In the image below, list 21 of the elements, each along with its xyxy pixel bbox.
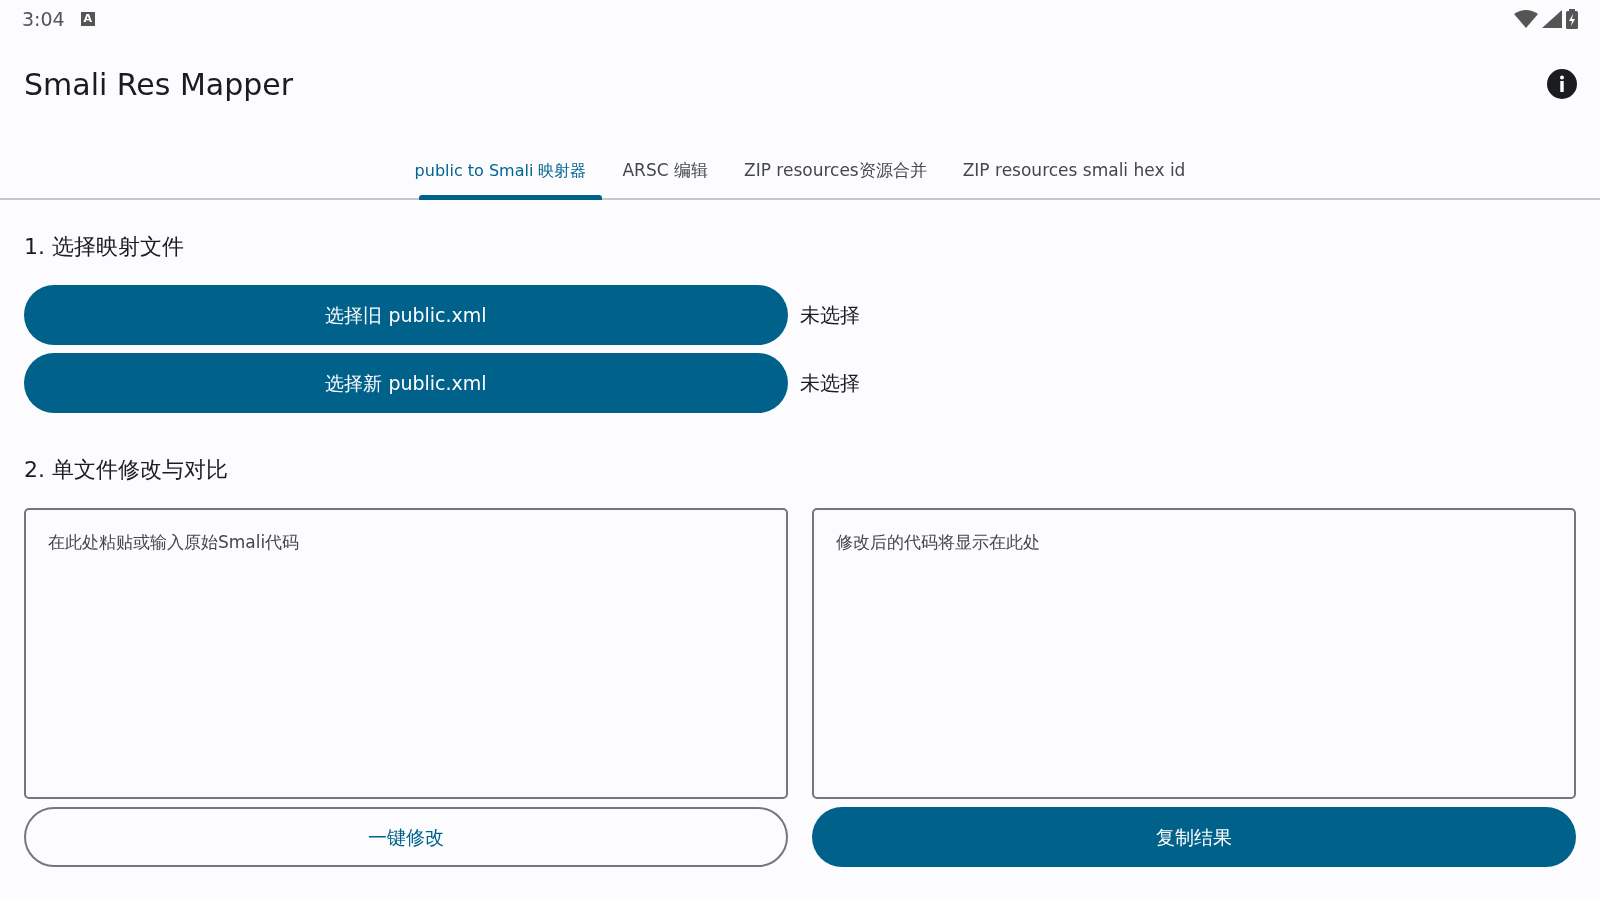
tab[interactable]: public to Smali 映射器 [396, 144, 605, 198]
tab[interactable]: ZIP resources资源合并 [726, 144, 945, 198]
smali-input-field[interactable]: 在此处粘贴或输入原始Smali代码 [24, 508, 788, 799]
modify-button[interactable]: 一键修改 [24, 807, 788, 867]
tab[interactable]: ZIP resources smali hex id [944, 144, 1204, 198]
info-icon[interactable] [1546, 68, 1578, 100]
file-status: 未选择 [800, 370, 860, 397]
notification-badge: A [80, 12, 95, 26]
wifi-icon [1514, 10, 1538, 28]
copy-result-button[interactable]: 复制结果 [812, 807, 1576, 867]
status-time: 3:04 [22, 6, 65, 32]
app-title: Smali Res Mapper [24, 65, 294, 104]
section-heading: 2. 单文件修改与对比 [24, 456, 229, 484]
battery-charging-icon [1566, 9, 1578, 29]
select-file-button[interactable]: 选择新 public.xml [24, 353, 788, 413]
file-status: 未选择 [800, 302, 860, 329]
select-file-button[interactable]: 选择旧 public.xml [24, 285, 788, 345]
section-heading: 1. 选择映射文件 [24, 233, 185, 261]
signal-icon [1542, 10, 1562, 28]
result-output-field[interactable]: 修改后的代码将显示在此处 [812, 508, 1576, 799]
tab[interactable]: ARSC 编辑 [604, 144, 726, 198]
